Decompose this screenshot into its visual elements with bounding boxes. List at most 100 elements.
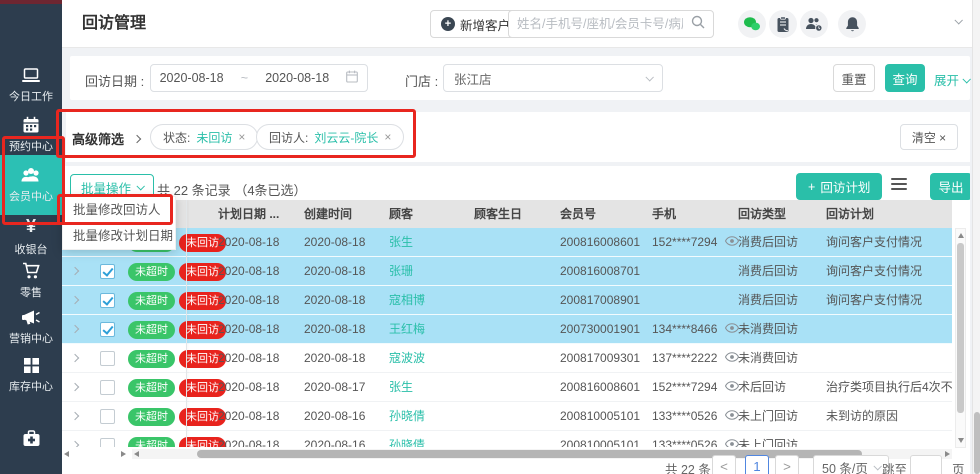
filter-tag[interactable]: 回访人:刘云云-院长× <box>256 124 404 150</box>
dropdown-item[interactable]: 批量修改回访人 <box>63 197 175 223</box>
search-icon[interactable] <box>691 15 713 34</box>
table-row: 未超时未回访2020-08-182020-08-18张生200816008601… <box>62 228 952 257</box>
table-row: 未超时未回访2020-08-182020-08-18寇波波20081700930… <box>62 344 952 373</box>
row-checkbox[interactable] <box>100 322 115 337</box>
page-size-select[interactable]: 50 条/页 <box>813 455 889 474</box>
sidebar-item-库存中心[interactable]: 库存中心 <box>0 354 62 396</box>
column-header: 计划日期 ... <box>218 200 279 228</box>
clipboard-phone-icon[interactable] <box>769 10 797 38</box>
vertical-scroll-thumb[interactable] <box>957 243 964 413</box>
chevron-right-icon <box>133 134 141 142</box>
row-checkbox[interactable] <box>100 380 115 395</box>
remove-tag-icon[interactable]: × <box>384 130 391 144</box>
remove-tag-icon[interactable]: × <box>238 130 245 144</box>
expand-link[interactable]: 展开 <box>934 70 969 89</box>
store-select[interactable]: 张江店 <box>443 64 663 92</box>
plus-circle-icon: + <box>441 17 455 31</box>
expand-row-icon[interactable] <box>71 296 79 304</box>
phone-cell: 133****0526 <box>652 431 739 447</box>
calendar-icon <box>346 70 358 86</box>
column-settings-icon[interactable] <box>891 178 907 192</box>
expand-row-icon[interactable] <box>71 325 79 333</box>
store-value: 张江店 <box>454 69 492 88</box>
status-tags: 未超时未回访 <box>128 262 230 281</box>
page-size-value: 50 条/页 <box>822 458 868 474</box>
users-clock-icon[interactable] <box>800 10 828 38</box>
expand-row-icon[interactable] <box>71 441 79 447</box>
scroll-up-arrow-icon[interactable] <box>958 233 964 238</box>
customer-cell[interactable]: 王红梅 <box>389 315 425 344</box>
export-button[interactable]: 导出 <box>930 173 970 200</box>
phone-cell: 134****8466 <box>652 315 739 344</box>
page-scrollbar[interactable] <box>972 0 980 474</box>
clear-filters-button[interactable]: 清空 × <box>900 124 958 150</box>
prev-page-button[interactable]: < <box>712 455 736 474</box>
visit-type-cell: 未上门回访 <box>738 402 798 431</box>
table-vertical-scrollbar[interactable] <box>955 228 966 448</box>
customer-cell[interactable]: 孙晓倩 <box>389 402 425 431</box>
store-label: 门店 : <box>405 71 438 90</box>
megaphone-icon <box>21 309 41 326</box>
query-button[interactable]: 查询 <box>885 64 925 92</box>
member-no-cell: 200817008901 <box>560 286 640 315</box>
customer-cell[interactable]: 张珊 <box>389 257 413 286</box>
create-date-cell: 2020-08-16 <box>304 431 365 447</box>
customer-search-input[interactable] <box>509 17 691 31</box>
current-page-button[interactable]: 1 <box>745 455 769 474</box>
status-badge-not-overdue: 未超时 <box>128 263 175 281</box>
expand-row-icon[interactable] <box>71 354 79 362</box>
sidebar-item-会员中心[interactable]: 会员中心 <box>0 155 62 215</box>
page-scroll-thumb[interactable] <box>974 412 980 474</box>
customer-cell[interactable]: 寇波波 <box>389 344 425 373</box>
row-checkbox[interactable] <box>100 351 115 366</box>
table-body: 未超时未回访2020-08-182020-08-18张生200816008601… <box>62 228 952 447</box>
reset-button[interactable]: 重置 <box>833 64 875 92</box>
expand-row-icon[interactable] <box>71 267 79 275</box>
visit-date-range-picker[interactable]: 2020-08-18 ~ 2020-08-18 <box>150 64 368 92</box>
filter-tag[interactable]: 状态:未回访× <box>150 124 258 150</box>
customer-cell[interactable]: 张生 <box>389 228 413 257</box>
wechat-icon[interactable] <box>738 10 766 38</box>
sidebar-item-零售[interactable]: 零售 <box>0 260 62 302</box>
dropdown-item[interactable]: 批量修改计划日期 <box>63 223 175 249</box>
cart-icon <box>22 262 41 280</box>
expand-row-icon[interactable] <box>71 383 79 391</box>
row-checkbox[interactable] <box>100 264 115 279</box>
pagination: 共 22 条 < 1 > 50 条/页 跳至 页 <box>62 453 970 474</box>
advanced-filter-toggle[interactable]: 高级筛选 <box>72 129 140 148</box>
customer-cell[interactable]: 寇相博 <box>389 286 425 315</box>
visit-type-cell: 未消费回访 <box>738 344 798 373</box>
sidebar-item-medical[interactable] <box>0 420 62 456</box>
sidebar-item-label: 营销中心 <box>9 330 53 346</box>
table-row: 未超时未回访2020-08-182020-08-18王红梅20073000190… <box>62 315 952 344</box>
row-checkbox[interactable] <box>100 293 115 308</box>
phone-cell: 133****0526 <box>652 402 739 431</box>
jump-page-input[interactable] <box>910 455 942 474</box>
filter-tag-prefix: 回访人: <box>269 129 308 146</box>
sidebar-item-营销中心[interactable]: 营销中心 <box>0 306 62 348</box>
sidebar-item-今日工作[interactable]: 今日工作 <box>0 64 62 106</box>
visit-type-cell: 消费后回访 <box>738 228 798 257</box>
sidebar-item-预约中心[interactable]: 预约中心 <box>0 114 62 156</box>
sidebar-item-label: 预约中心 <box>9 138 53 154</box>
visit-plan-cell: 询问客户支付情况 <box>826 228 922 257</box>
expand-row-icon[interactable] <box>71 412 79 420</box>
row-checkbox[interactable] <box>100 409 115 424</box>
phone-cell: 152****7294 <box>652 228 739 257</box>
next-page-button[interactable]: > <box>775 455 799 474</box>
sidebar-item-收银台[interactable]: ¥收银台 <box>0 216 62 258</box>
filter-card: 回访日期 : 2020-08-18 ~ 2020-08-18 门店 : 张江店 … <box>70 56 970 100</box>
date-to-value: 2020-08-18 <box>265 71 329 85</box>
medkit-icon <box>22 430 41 447</box>
chevron-down-icon <box>645 73 653 81</box>
customer-cell[interactable]: 张生 <box>389 373 413 402</box>
customer-search <box>508 10 714 38</box>
customer-cell[interactable]: 孙晓倩 <box>389 431 425 447</box>
scroll-down-arrow-icon[interactable] <box>958 438 964 443</box>
visit-type-cell: 未消费回访 <box>738 315 798 344</box>
topbar-collapse-chevron-icon[interactable] <box>954 16 962 24</box>
row-checkbox[interactable] <box>100 438 115 447</box>
bell-icon[interactable] <box>838 10 866 38</box>
member-no-cell: 200816008601 <box>560 373 640 402</box>
add-visit-plan-button[interactable]: + 回访计划 <box>796 173 882 200</box>
